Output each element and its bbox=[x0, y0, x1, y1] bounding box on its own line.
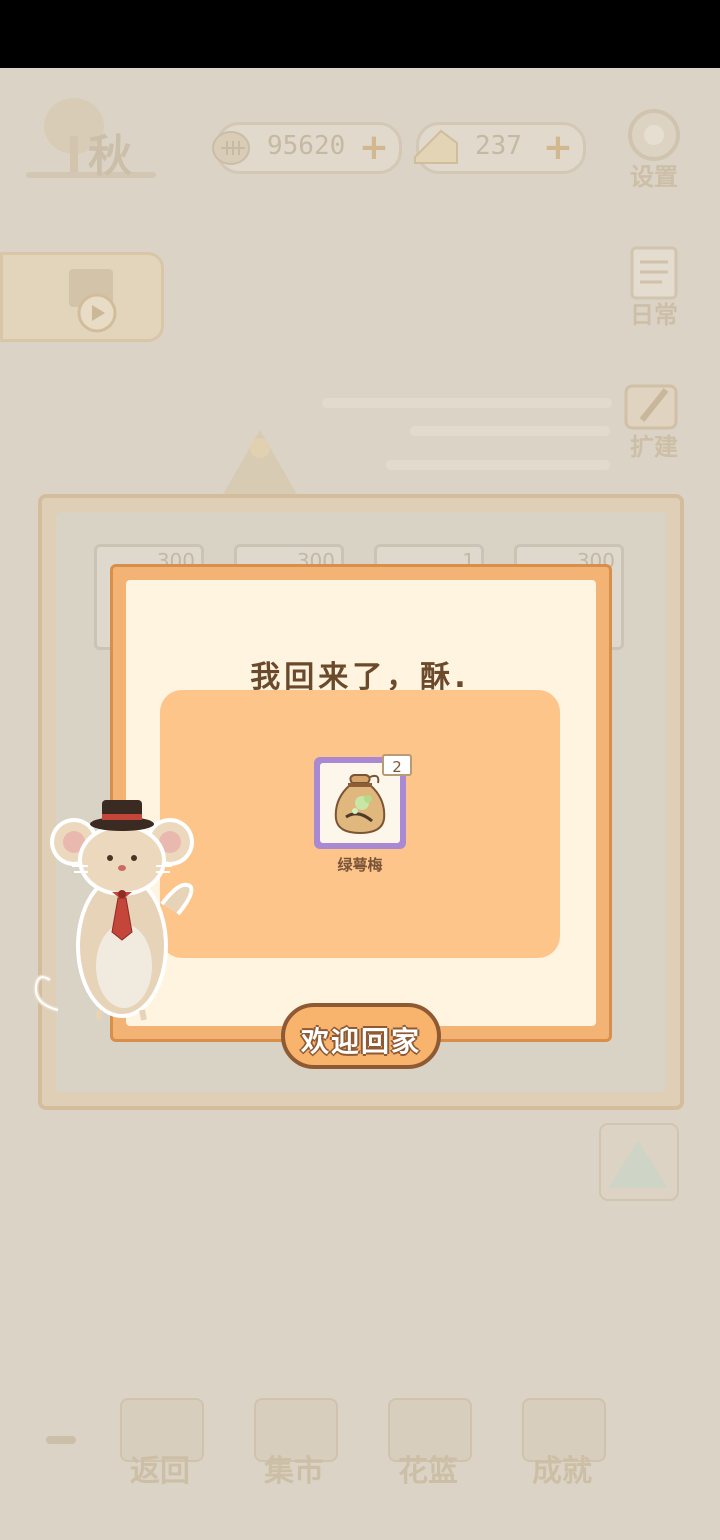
gear-icon bbox=[628, 109, 680, 161]
cheese-currency-pill[interactable]: 237 + bbox=[414, 122, 586, 174]
add-fish-button[interactable]: + bbox=[359, 127, 389, 168]
decoration bbox=[386, 460, 610, 470]
fish-currency-pill[interactable]: 95620 + bbox=[212, 122, 402, 174]
welcome-home-button[interactable]: 欢迎回家 bbox=[281, 1003, 441, 1069]
tent-decoration-icon bbox=[222, 430, 298, 496]
fish-bone-icon bbox=[212, 131, 250, 165]
daily-label: 日常 bbox=[630, 301, 678, 329]
nav-back[interactable]: 返回 bbox=[110, 1390, 210, 1490]
daily-button[interactable]: 日常 bbox=[616, 244, 692, 330]
nav-flower-basket-label: 花篮 bbox=[398, 1454, 458, 1489]
bottom-nav: 返回 集市 花篮 成就 bbox=[0, 1390, 720, 1500]
scenery-icon[interactable] bbox=[598, 1122, 680, 1202]
seed-bag-icon bbox=[334, 774, 386, 835]
expand-button[interactable]: 扩建 bbox=[616, 376, 692, 462]
decoration bbox=[410, 426, 610, 436]
nav-flower-basket[interactable]: 花篮 bbox=[378, 1390, 478, 1490]
nav-market[interactable]: 集市 bbox=[244, 1390, 344, 1490]
video-ad-button[interactable] bbox=[0, 252, 164, 342]
notepad-icon bbox=[630, 246, 678, 300]
add-cheese-button[interactable]: + bbox=[543, 127, 573, 168]
welcome-home-label: 欢迎回家 bbox=[300, 1025, 421, 1058]
expand-label: 扩建 bbox=[630, 433, 678, 461]
cheese-currency-value: 237 bbox=[475, 131, 522, 161]
nav-achievements[interactable]: 成就 bbox=[512, 1390, 612, 1490]
cheese-icon bbox=[414, 129, 458, 164]
mouse-character-icon bbox=[33, 800, 194, 1021]
settings-label: 设置 bbox=[630, 163, 678, 191]
item-quantity-badge: 2 bbox=[382, 754, 412, 776]
nav-market-label: 集市 bbox=[264, 1454, 324, 1489]
season-label: 秋 bbox=[88, 131, 134, 182]
nav-achievements-label: 成就 bbox=[532, 1454, 592, 1489]
nav-back-label: 返回 bbox=[130, 1454, 190, 1489]
decoration bbox=[322, 398, 612, 408]
reward-item-name: 绿萼梅 bbox=[337, 856, 383, 874]
fish-currency-value: 95620 bbox=[267, 131, 346, 161]
settings-button[interactable]: 设置 bbox=[616, 106, 692, 192]
status-bar bbox=[0, 0, 720, 68]
play-video-icon bbox=[69, 269, 117, 333]
